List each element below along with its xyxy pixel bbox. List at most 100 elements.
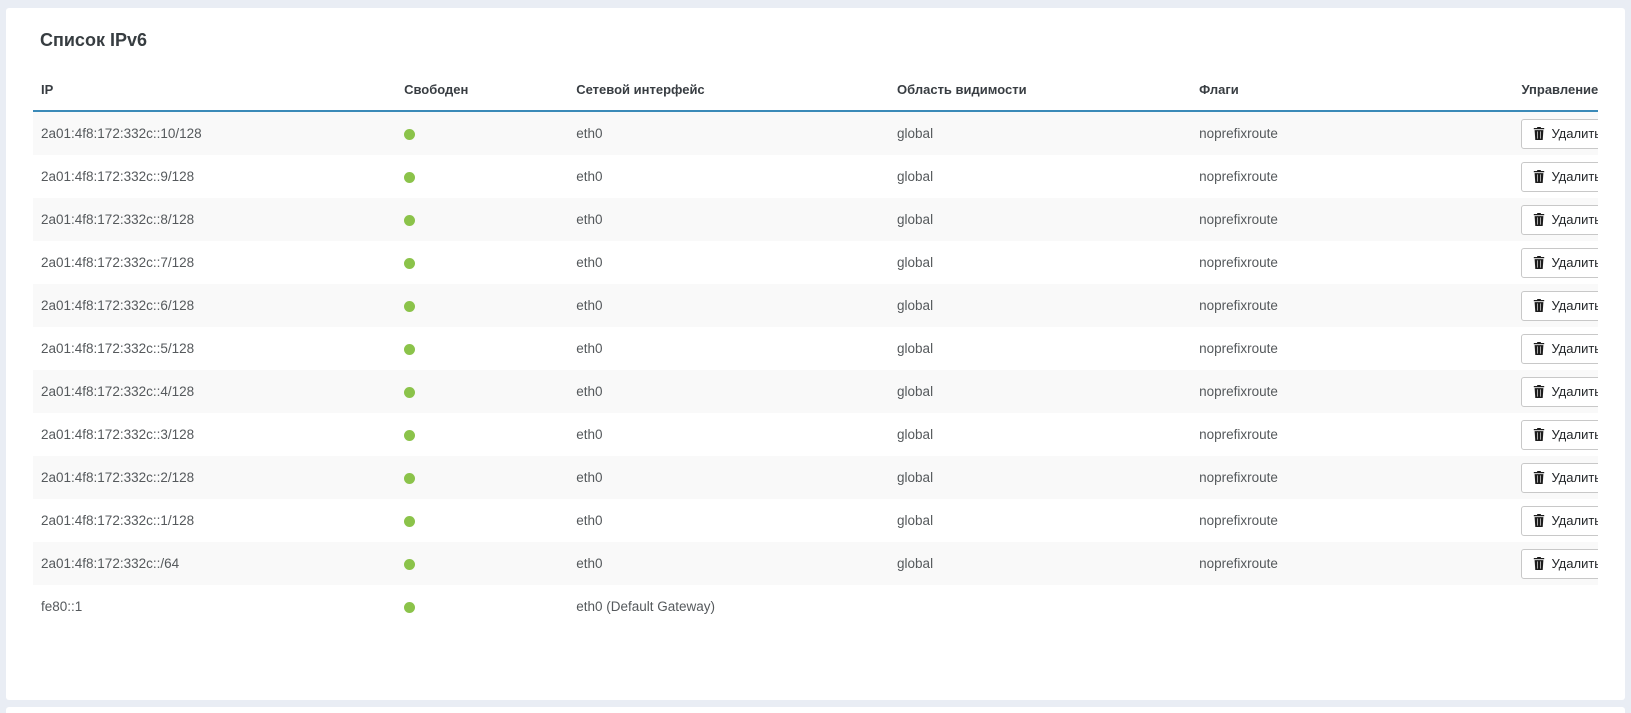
delete-button-label: Удалить [1551,255,1598,271]
column-header-ip: IP [33,76,396,111]
free-cell [396,155,568,198]
delete-button-label: Удалить [1551,513,1598,529]
management-cell [1513,585,1598,628]
ipv6-list-card: Список IPv6 IP Свободен Сетевой интерфей… [6,8,1625,700]
free-cell [396,111,568,155]
management-cell: Удалить [1513,155,1598,198]
free-cell [396,585,568,628]
delete-button-label: Удалить [1551,298,1598,314]
status-free-dot [404,172,415,183]
delete-button-label: Удалить [1551,384,1598,400]
delete-button-label: Удалить [1551,341,1598,357]
ip-cell: 2a01:4f8:172:332c::2/128 [33,456,396,499]
scope-cell: global [889,542,1191,585]
column-header-interface: Сетевой интерфейс [568,76,889,111]
scope-cell: global [889,284,1191,327]
delete-button[interactable]: Удалить [1521,506,1598,536]
ip-cell: 2a01:4f8:172:332c::4/128 [33,370,396,413]
scope-cell: global [889,413,1191,456]
free-cell [396,456,568,499]
ip-cell: 2a01:4f8:172:332c::/64 [33,542,396,585]
delete-button[interactable]: Удалить [1521,334,1598,364]
status-free-dot [404,344,415,355]
ip-cell: 2a01:4f8:172:332c::6/128 [33,284,396,327]
ipv6-table: IP Свободен Сетевой интерфейс Область ви… [33,76,1598,628]
flags-cell: noprefixroute [1191,542,1513,585]
flags-cell: noprefixroute [1191,413,1513,456]
status-free-dot [404,516,415,527]
interface-cell: eth0 (Default Gateway) [568,585,889,628]
free-cell [396,284,568,327]
trash-icon [1533,385,1545,398]
delete-button[interactable]: Удалить [1521,463,1598,493]
table-row: 2a01:4f8:172:332c::/64 eth0 global nopre… [33,542,1598,585]
ip-cell: 2a01:4f8:172:332c::7/128 [33,241,396,284]
table-header: IP Свободен Сетевой интерфейс Область ви… [33,76,1598,111]
management-cell: Удалить [1513,241,1598,284]
management-cell: Удалить [1513,198,1598,241]
interface-cell: eth0 [568,155,889,198]
status-free-dot [404,559,415,570]
table-row: 2a01:4f8:172:332c::6/128 eth0 global nop… [33,284,1598,327]
ip-cell: 2a01:4f8:172:332c::10/128 [33,111,396,155]
delete-button[interactable]: Удалить [1521,420,1598,450]
table-row: 2a01:4f8:172:332c::8/128 eth0 global nop… [33,198,1598,241]
scope-cell: global [889,241,1191,284]
trash-icon [1533,342,1545,355]
management-cell: Удалить [1513,542,1598,585]
management-cell: Удалить [1513,499,1598,542]
interface-cell: eth0 [568,413,889,456]
scope-cell: global [889,456,1191,499]
table-row: 2a01:4f8:172:332c::7/128 eth0 global nop… [33,241,1598,284]
trash-icon [1533,127,1545,140]
free-cell [396,413,568,456]
flags-cell: noprefixroute [1191,241,1513,284]
status-free-dot [404,430,415,441]
delete-button[interactable]: Удалить [1521,119,1598,149]
interface-cell: eth0 [568,327,889,370]
trash-icon [1533,299,1545,312]
delete-button[interactable]: Удалить [1521,248,1598,278]
table-row: 2a01:4f8:172:332c::5/128 eth0 global nop… [33,327,1598,370]
interface-cell: eth0 [568,499,889,542]
delete-button[interactable]: Удалить [1521,377,1598,407]
flags-cell: noprefixroute [1191,155,1513,198]
delete-button[interactable]: Удалить [1521,291,1598,321]
flags-cell: noprefixroute [1191,198,1513,241]
scope-cell: global [889,198,1191,241]
delete-button-label: Удалить [1551,212,1598,228]
status-free-dot [404,387,415,398]
delete-button[interactable]: Удалить [1521,205,1598,235]
status-free-dot [404,602,415,613]
trash-icon [1533,514,1545,527]
scope-cell: global [889,327,1191,370]
flags-cell: noprefixroute [1191,284,1513,327]
status-free-dot [404,258,415,269]
column-header-management: Управление [1513,76,1598,111]
delete-button-label: Удалить [1551,427,1598,443]
management-cell: Удалить [1513,284,1598,327]
free-cell [396,241,568,284]
column-header-flags: Флаги [1191,76,1513,111]
delete-button[interactable]: Удалить [1521,162,1598,192]
interface-cell: eth0 [568,456,889,499]
management-cell: Удалить [1513,327,1598,370]
scope-cell: global [889,155,1191,198]
free-cell [396,370,568,413]
table-row: 2a01:4f8:172:332c::1/128 eth0 global nop… [33,499,1598,542]
interface-cell: eth0 [568,241,889,284]
trash-icon [1533,170,1545,183]
trash-icon [1533,557,1545,570]
scope-cell: global [889,370,1191,413]
scope-cell: global [889,111,1191,155]
delete-button-label: Удалить [1551,169,1598,185]
free-cell [396,198,568,241]
trash-icon [1533,213,1545,226]
trash-icon [1533,471,1545,484]
ip-cell: 2a01:4f8:172:332c::8/128 [33,198,396,241]
flags-cell: noprefixroute [1191,499,1513,542]
delete-button[interactable]: Удалить [1521,549,1598,579]
delete-button-label: Удалить [1551,556,1598,572]
ip-cell: 2a01:4f8:172:332c::3/128 [33,413,396,456]
ipv6-table-body: 2a01:4f8:172:332c::10/128 eth0 global no… [33,111,1598,628]
